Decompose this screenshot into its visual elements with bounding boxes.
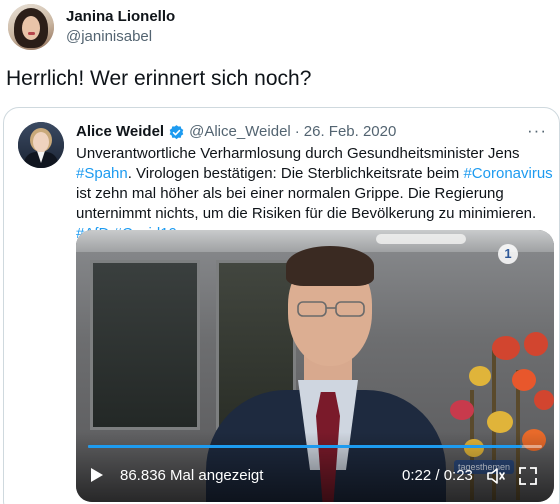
verified-badge-icon — [169, 124, 184, 139]
quote-handle[interactable]: @Alice_Weidel — [189, 122, 291, 142]
author-avatar[interactable] — [8, 4, 54, 50]
quoted-tweet[interactable]: Alice Weidel @Alice_Weidel · 26. Feb. 20… — [3, 107, 560, 504]
more-icon[interactable]: ··· — [527, 122, 547, 140]
quote-text-part: . Virologen bestätigen: Die Sterblichkei… — [127, 165, 464, 182]
author-display-name[interactable]: Janina Lionello — [66, 7, 175, 27]
meta-separator: · — [294, 123, 300, 140]
quote-date[interactable]: 26. Feb. 2020 — [304, 122, 397, 142]
author-names: Janina Lionello @janinisabel — [66, 7, 175, 47]
quote-author-avatar[interactable] — [18, 122, 64, 168]
tweet-text: Herrlich! Wer erinnert sich noch? — [6, 67, 312, 90]
author-handle[interactable]: @janinisabel — [66, 27, 175, 47]
glasses — [297, 301, 365, 317]
hashtag-spahn[interactable]: #Spahn — [76, 165, 128, 182]
channel-logo: 1 — [498, 244, 518, 264]
quote-text-part: ist zehn mal höher als bei einer normale… — [76, 185, 537, 222]
play-icon[interactable] — [90, 467, 104, 483]
video-time: 0:22 / 0:23 — [402, 467, 473, 484]
quote-body: Unverantwortliche Verharmlosung durch Ge… — [76, 144, 554, 244]
video-player[interactable]: 1 tagesthemen 86.836 Mal angezeigt 0:22 … — [76, 230, 554, 502]
quote-display-name[interactable]: Alice Weidel — [76, 122, 164, 142]
view-count: 86.836 Mal angezeigt — [120, 467, 264, 484]
volume-icon[interactable] — [486, 466, 506, 486]
tweet-header: Janina Lionello @janinisabel — [8, 4, 175, 50]
hashtag-coronavirus[interactable]: #Coronavirus — [463, 165, 552, 182]
quote-meta: Alice Weidel @Alice_Weidel · 26. Feb. 20… — [76, 122, 396, 142]
quote-text-part: Unverantwortliche Verharmlosung durch Ge… — [76, 145, 520, 162]
progress-fill — [88, 445, 523, 448]
progress-bar[interactable] — [88, 445, 542, 448]
fullscreen-icon[interactable] — [518, 466, 538, 486]
